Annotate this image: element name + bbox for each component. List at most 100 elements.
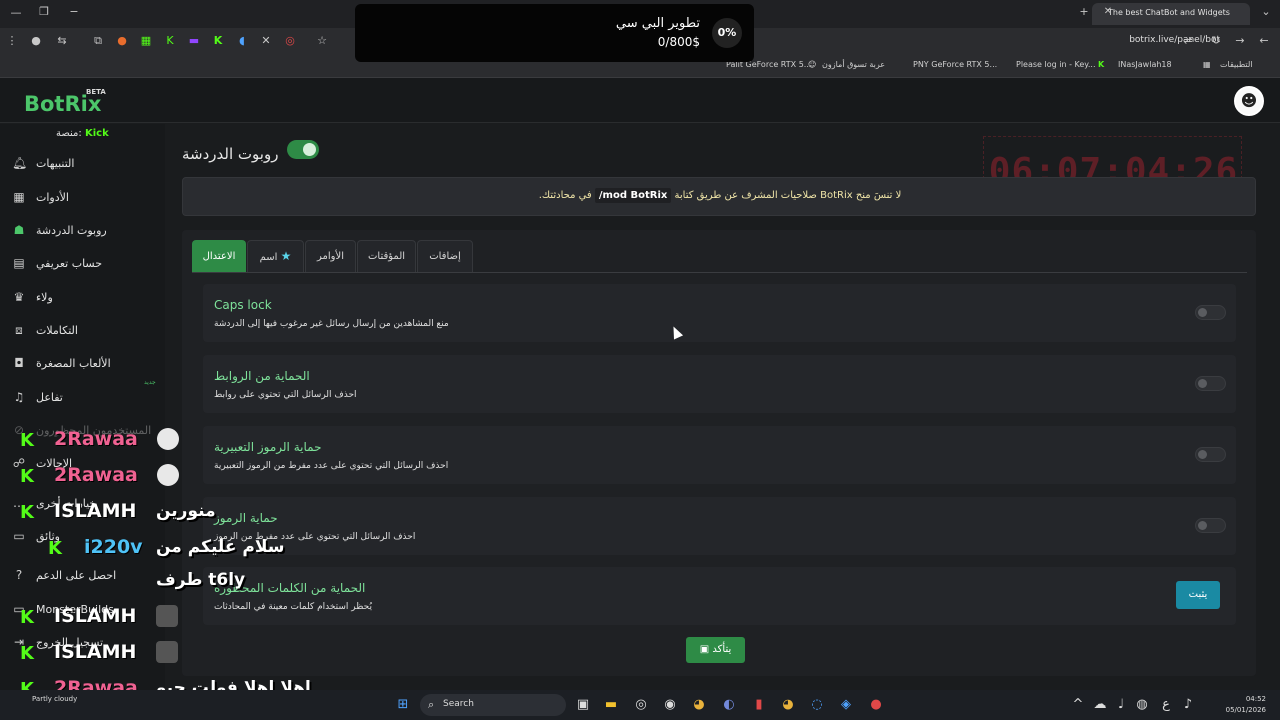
symbol-protection-toggle[interactable]: [1195, 518, 1226, 533]
extension-icon[interactable]: ⇆: [54, 34, 70, 47]
forward-icon[interactable]: →: [1232, 34, 1248, 47]
alert-text: لا تنسَ منح BotRix صلاحيات المشرف عن طري…: [183, 188, 1257, 203]
sidebar-item-minigames[interactable]: ◘ الألعاب المصغرة: [0, 351, 165, 377]
sidebar-item-loyalty[interactable]: ♛ ولاء: [0, 285, 165, 311]
extension-icon[interactable]: ▦: [138, 34, 154, 47]
bookmark-item[interactable]: عربة تسوق أمازون: [822, 60, 885, 69]
network-icon[interactable]: ◍: [1132, 697, 1152, 712]
card-title: حماية الرموز: [214, 511, 278, 525]
sidebar-item-label: احصل على الدعم: [36, 569, 117, 582]
windows-taskbar: Partly cloudy ⊞ ⌕ Search ▣ ▬ ◎ ◉ ◕ ◐ ▮ ◕…: [0, 690, 1280, 720]
extension-icon[interactable]: ◖: [234, 34, 250, 47]
tab-moderation[interactable]: الاعتدال: [192, 240, 246, 272]
star-icon: ★: [280, 249, 292, 263]
bookmark-item[interactable]: التطبيقات: [1220, 60, 1252, 69]
steam-icon[interactable]: ◈: [836, 697, 856, 712]
avatar[interactable]: ☻: [1234, 86, 1264, 116]
install-button[interactable]: يثبت: [1176, 581, 1220, 609]
chat-text: منورين: [156, 501, 216, 521]
chat-username: i220v: [84, 536, 143, 558]
tab-name[interactable]: اسم ★: [247, 240, 304, 272]
bookmark-item[interactable]: INasJawlah18: [1118, 60, 1172, 69]
tray-expand-icon[interactable]: ^: [1068, 697, 1088, 712]
language-icon[interactable]: ع: [1156, 697, 1176, 712]
app-header: BotRix BETA ☻: [0, 78, 1280, 123]
bookmark-star-icon[interactable]: ☆: [314, 34, 330, 47]
banned-words-card: الحماية من الكلمات المحظورة يُحظر استخدا…: [203, 567, 1236, 625]
chat-username: 2Rawaa: [54, 464, 138, 486]
chatbot-enable-toggle[interactable]: [287, 140, 319, 159]
menu-icon[interactable]: ⋮: [4, 34, 20, 47]
taskbar-app-icon[interactable]: ◎: [631, 697, 651, 712]
taskbar-app-icon[interactable]: ●: [866, 697, 886, 712]
chrome-icon[interactable]: ◕: [778, 697, 798, 712]
profile-icon[interactable]: ●: [28, 34, 44, 47]
discord-icon[interactable]: ◐: [719, 697, 739, 712]
extension-icon[interactable]: ⧉: [90, 34, 106, 48]
tab-title: The best ChatBot and Widgets: [1108, 8, 1230, 17]
help-icon: ?: [15, 568, 23, 582]
chrome-icon[interactable]: ◕: [689, 697, 709, 712]
weather-widget[interactable]: Partly cloudy: [32, 694, 77, 705]
reload-icon[interactable]: ↻: [1208, 34, 1224, 47]
tab-timers[interactable]: المؤقتات: [357, 240, 416, 272]
sidebar-item-interaction[interactable]: ♫ تفاعل جديد: [0, 379, 165, 411]
trophy-icon: ♛: [13, 290, 25, 304]
address-bar[interactable]: botrix.live/panel/bot: [1129, 35, 1220, 45]
alert-prefix: في محادثتك.: [538, 190, 592, 201]
link-protection-card: الحماية من الروابط احذف الرسائل التي تحت…: [203, 355, 1236, 413]
tab-label: المؤقتات: [367, 251, 406, 262]
kick-icon[interactable]: K: [210, 34, 226, 47]
clock-date: 05/01/2026: [1225, 706, 1266, 714]
donation-amount: 0/800$: [657, 35, 700, 49]
tab-addons[interactable]: إضافات: [417, 240, 473, 272]
sidebar-item-alerts[interactable]: 🔔︎ التنبيهات: [0, 151, 165, 177]
chat-username: ISLAMH: [54, 605, 137, 627]
link-protection-toggle[interactable]: [1195, 376, 1226, 391]
sidebar-item-profile[interactable]: ▤ حساب تعريفي: [0, 251, 165, 277]
sidebar-item-chatbot[interactable]: ☗ روبوت الدردشة: [0, 218, 165, 244]
volume-icon[interactable]: ♪: [1178, 697, 1198, 712]
new-tab-icon[interactable]: +: [1076, 5, 1092, 18]
sidebar-item-label: التكاملات: [36, 324, 78, 337]
caps-lock-toggle[interactable]: [1195, 305, 1226, 320]
taskbar-search[interactable]: ⌕ Search: [420, 694, 566, 716]
kick-icon[interactable]: K: [162, 34, 178, 47]
twitch-icon[interactable]: ▬: [186, 34, 202, 47]
sidebar-item-widgets[interactable]: ▦ الأدوات: [0, 185, 165, 211]
robot-icon: ☗: [13, 223, 25, 237]
site-settings-icon[interactable]: ⇌: [1180, 34, 1196, 47]
bookmark-item[interactable]: Please log in - Key...: [1016, 60, 1096, 69]
bookmark-item[interactable]: PNY GeForce RTX 5...: [913, 60, 997, 69]
taskbar-app-icon[interactable]: ◌: [807, 697, 827, 712]
windows-start-icon[interactable]: ⊞: [393, 697, 413, 712]
microphone-icon[interactable]: ♩: [1111, 697, 1131, 712]
tab-search-icon[interactable]: ⌄: [1258, 5, 1274, 18]
alert-code: /mod BotRix: [594, 188, 672, 203]
id-card-icon: ▤: [13, 256, 25, 270]
obs-icon[interactable]: ◉: [660, 697, 680, 712]
task-view-icon[interactable]: ▣: [573, 697, 593, 712]
chat-username: ISLAMH: [54, 500, 137, 522]
sidebar-item-integrations[interactable]: ⧈ التكاملات: [0, 318, 165, 344]
mute-icon[interactable]: ✕: [258, 34, 274, 47]
sidebar-item-label: الألعاب المصغرة: [36, 357, 111, 370]
tab-commands[interactable]: الأوامر: [305, 240, 356, 272]
sidebar-item-support[interactable]: ? احصل على الدعم: [0, 563, 165, 589]
donation-goal-overlay: تطوير البي سي 0/800$ 0%: [355, 4, 754, 62]
confirm-button[interactable]: ▣ يتأكد: [686, 637, 745, 663]
minimize-icon[interactable]: —: [8, 6, 24, 19]
close-window-icon[interactable]: −: [66, 5, 82, 18]
page-title: روبوت الدردشة: [182, 145, 279, 163]
taskbar-app-icon[interactable]: ▮: [749, 697, 769, 712]
back-icon[interactable]: ←: [1256, 34, 1272, 47]
tray-app-icon[interactable]: ☁︎: [1090, 697, 1110, 712]
extension-icon[interactable]: ●: [114, 34, 130, 47]
extension-icon[interactable]: ◎: [282, 34, 298, 47]
emote-protection-toggle[interactable]: [1195, 447, 1226, 462]
file-explorer-icon[interactable]: ▬: [601, 697, 621, 712]
settings-tabs: الاعتدال اسم ★ الأوامر المؤقتات إضافات: [192, 240, 1247, 273]
close-tab-icon[interactable]: ✕: [1100, 6, 1116, 17]
restore-icon[interactable]: ❐: [36, 5, 52, 18]
taskbar-clock[interactable]: 04:52 05/01/2026: [1226, 694, 1266, 716]
